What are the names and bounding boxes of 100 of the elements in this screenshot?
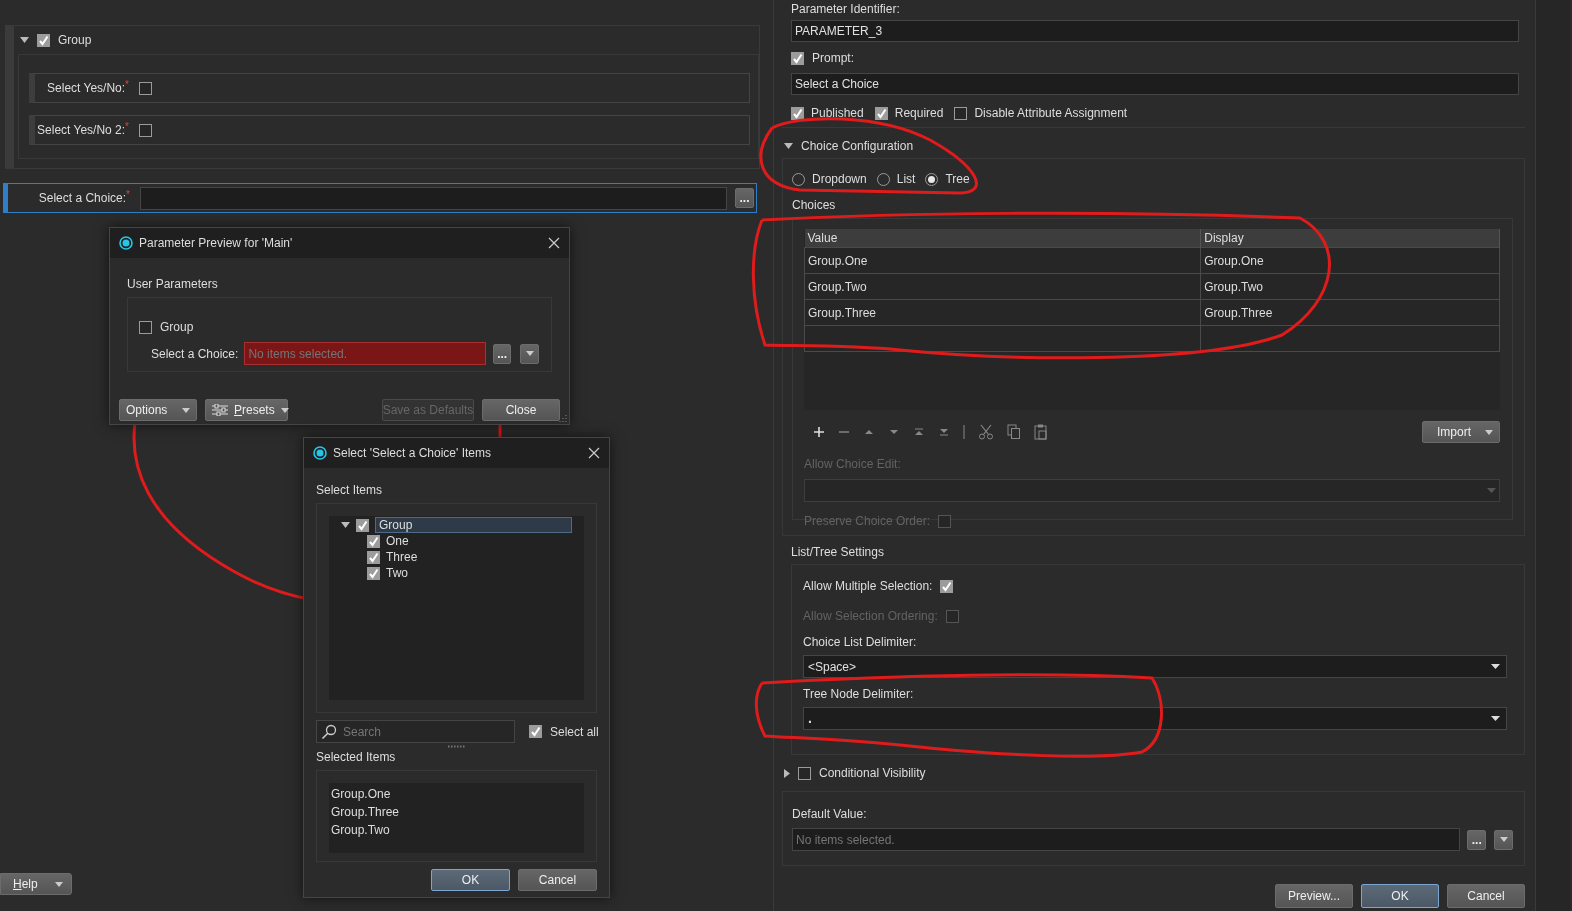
ok-button[interactable]: OK bbox=[431, 869, 510, 891]
clipboard-icon[interactable] bbox=[1034, 424, 1048, 440]
menu-button[interactable]: Presets bbox=[205, 399, 288, 421]
field-label: Choice List Delimiter: bbox=[803, 634, 918, 651]
checkbox-label: Select all bbox=[550, 723, 599, 741]
input-field[interactable] bbox=[140, 186, 727, 210]
table-cell: Group.Two bbox=[1200, 273, 1500, 300]
checkbox-label: Prompt: bbox=[812, 50, 854, 67]
move-to-top-icon[interactable] bbox=[913, 426, 925, 438]
sliders-icon bbox=[212, 404, 228, 416]
list-item: Group.Two bbox=[331, 822, 391, 839]
dialog-title: Parameter Preview for 'Main' bbox=[139, 235, 293, 252]
checkbox[interactable] bbox=[791, 106, 804, 120]
button[interactable]: Cancel bbox=[1447, 884, 1525, 908]
column-header: Value bbox=[804, 229, 1201, 248]
caret-icon bbox=[280, 407, 289, 413]
checkbox-label: Published bbox=[811, 105, 864, 122]
field-label: Select Yes/No: bbox=[47, 81, 126, 97]
checkbox[interactable] bbox=[954, 106, 968, 120]
dropdown-field[interactable]: . bbox=[803, 707, 1507, 730]
resize-grip-icon[interactable] bbox=[558, 413, 567, 422]
caret-icon bbox=[1499, 837, 1508, 842]
splitter-handle-icon[interactable] bbox=[447, 745, 466, 748]
expand-arrow-icon[interactable] bbox=[784, 768, 790, 778]
checkbox[interactable] bbox=[367, 534, 380, 548]
tree-item[interactable]: One bbox=[386, 532, 409, 550]
column-header: Display bbox=[1200, 229, 1500, 248]
dropdown-button[interactable] bbox=[1494, 829, 1513, 850]
field-label: Allow Selection Ordering: bbox=[803, 608, 938, 625]
checkbox[interactable] bbox=[356, 518, 369, 532]
tree-item[interactable]: Group bbox=[375, 517, 572, 533]
caret-icon bbox=[1487, 488, 1496, 493]
table-cell: Group.Three bbox=[804, 299, 1201, 326]
close-button[interactable] bbox=[548, 237, 560, 249]
collapse-arrow-icon[interactable] bbox=[784, 143, 793, 149]
button[interactable]: Preview... bbox=[1275, 884, 1353, 908]
plus-icon[interactable] bbox=[813, 426, 825, 438]
checkbox[interactable] bbox=[367, 550, 380, 564]
checkbox[interactable] bbox=[367, 566, 380, 580]
move-to-bottom-icon[interactable] bbox=[938, 426, 950, 438]
browse-button[interactable]: ... bbox=[492, 343, 512, 364]
checkbox[interactable] bbox=[940, 579, 954, 593]
menu-button[interactable]: Options bbox=[119, 399, 197, 421]
section-header: Choice Configuration bbox=[801, 138, 914, 155]
list-item: Group.Three bbox=[331, 804, 401, 821]
dropdown-button[interactable] bbox=[520, 343, 539, 364]
caret-icon bbox=[55, 881, 63, 887]
tree-item[interactable]: Three bbox=[386, 548, 418, 566]
section-label: Select Items bbox=[316, 482, 384, 499]
checkbox[interactable] bbox=[139, 123, 152, 137]
toolbar-separator-icon bbox=[963, 425, 965, 439]
input-field[interactable]: PARAMETER_3 bbox=[791, 20, 1519, 42]
checkbox[interactable] bbox=[874, 106, 888, 120]
checkbox-label: Required bbox=[894, 105, 944, 122]
section-label: User Parameters bbox=[127, 276, 219, 293]
input-field[interactable]: No items selected. bbox=[792, 828, 1461, 851]
cancel-button[interactable]: Cancel bbox=[518, 869, 597, 891]
search-icon bbox=[321, 724, 337, 740]
checkbox[interactable] bbox=[798, 766, 811, 780]
checkbox[interactable] bbox=[37, 33, 50, 47]
field-label: Allow Choice Edit: bbox=[804, 456, 902, 473]
field-label: Choices bbox=[792, 197, 837, 214]
app-icon bbox=[313, 446, 327, 460]
field-label: Select a Choice: bbox=[38, 191, 127, 207]
dialog-title: Select 'Select a Choice' Items bbox=[333, 445, 491, 462]
section-header: List/Tree Settings bbox=[790, 544, 885, 561]
field-label: Select a Choice: bbox=[151, 345, 239, 363]
copy-icon[interactable] bbox=[1007, 424, 1021, 440]
browse-button[interactable]: ... bbox=[1467, 829, 1487, 850]
checkbox[interactable] bbox=[529, 725, 542, 738]
collapse-arrow-icon[interactable] bbox=[341, 522, 350, 528]
checkbox[interactable] bbox=[139, 81, 152, 95]
field-label: Tree Node Delimiter: bbox=[803, 686, 915, 703]
caret-icon bbox=[1491, 716, 1500, 721]
dropdown-field[interactable]: <Space> bbox=[803, 655, 1507, 678]
required-mark: * bbox=[126, 188, 130, 200]
input-field[interactable]: Select a Choice bbox=[791, 73, 1519, 95]
required-mark: * bbox=[125, 78, 129, 90]
input-field[interactable]: No items selected. bbox=[244, 342, 486, 365]
button[interactable]: OK bbox=[1361, 884, 1439, 908]
section-label: Selected Items bbox=[316, 749, 397, 766]
button[interactable]: Close bbox=[482, 399, 560, 421]
import-button[interactable]: Import bbox=[1422, 421, 1500, 443]
tree-item[interactable]: Two bbox=[386, 564, 408, 582]
table-cell: Group.One bbox=[804, 247, 1201, 274]
search-field[interactable]: Search bbox=[316, 720, 515, 743]
field-label: Select Yes/No 2: bbox=[37, 123, 126, 139]
browse-button[interactable]: ... bbox=[735, 188, 754, 208]
checkbox[interactable] bbox=[791, 51, 804, 65]
app-icon bbox=[119, 236, 133, 250]
help-button[interactable]: Help bbox=[0, 873, 72, 895]
collapse-arrow-icon[interactable] bbox=[20, 37, 29, 43]
checkbox-label: Group bbox=[160, 319, 194, 336]
scissors-icon[interactable] bbox=[978, 424, 994, 440]
table-cell: Group.One bbox=[1200, 247, 1500, 274]
close-button[interactable] bbox=[588, 447, 600, 459]
checkbox[interactable] bbox=[139, 320, 152, 334]
radio-label: List bbox=[896, 171, 916, 188]
field-label: Allow Multiple Selection: bbox=[803, 578, 933, 595]
caret-icon bbox=[525, 351, 534, 356]
